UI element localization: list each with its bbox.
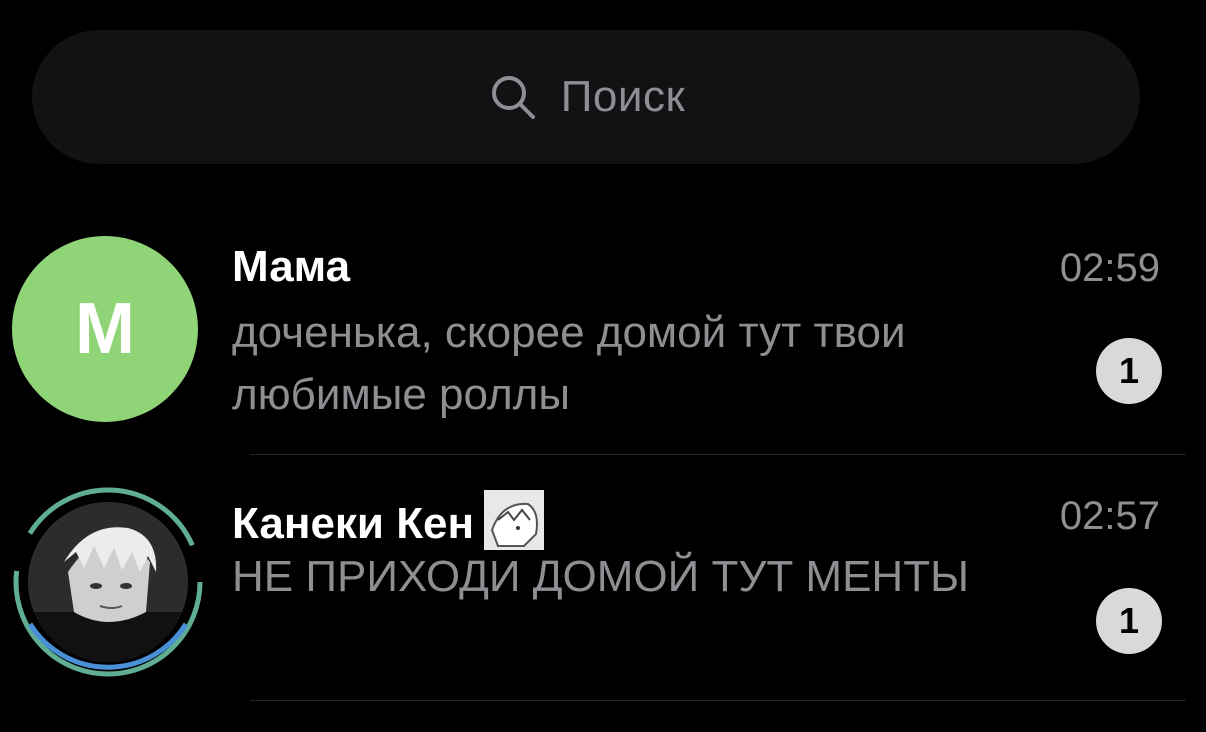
divider bbox=[250, 454, 1186, 455]
chat-name-text: Канеки Кен bbox=[232, 499, 475, 548]
search-bar[interactable]: Поиск bbox=[32, 30, 1140, 164]
chat-time: 02:59 bbox=[1059, 246, 1160, 290]
unread-badge: 1 bbox=[1096, 338, 1162, 404]
search-placeholder: Поиск bbox=[560, 72, 686, 121]
avatar-letter: М bbox=[75, 289, 135, 369]
unread-badge: 1 bbox=[1096, 588, 1162, 654]
search-icon bbox=[491, 76, 535, 119]
sticker-emoji-icon bbox=[484, 490, 545, 550]
avatar: М bbox=[12, 236, 198, 422]
divider bbox=[250, 700, 1186, 701]
chat-preview: доченька, скорее домой тут твои любимые … bbox=[232, 308, 906, 419]
chat-item-kaneki[interactable]: Канеки Кен 02:57 НЕ ПРИХОДИ ДОМОЙ ТУТ МЕ… bbox=[0, 472, 1206, 682]
chat-name: Канеки Кен bbox=[232, 490, 545, 550]
anime-portrait-icon bbox=[28, 502, 188, 662]
chat-time: 02:57 bbox=[1059, 494, 1160, 538]
chat-item-mama[interactable]: М Мама 02:59 доченька, скорее домой тут … bbox=[0, 232, 1206, 452]
chat-name: Мама bbox=[232, 242, 351, 291]
chat-preview: НЕ ПРИХОДИ ДОМОЙ ТУТ МЕНТЫ bbox=[232, 552, 970, 601]
avatar bbox=[28, 502, 188, 662]
search-content: Поиск bbox=[487, 71, 685, 123]
